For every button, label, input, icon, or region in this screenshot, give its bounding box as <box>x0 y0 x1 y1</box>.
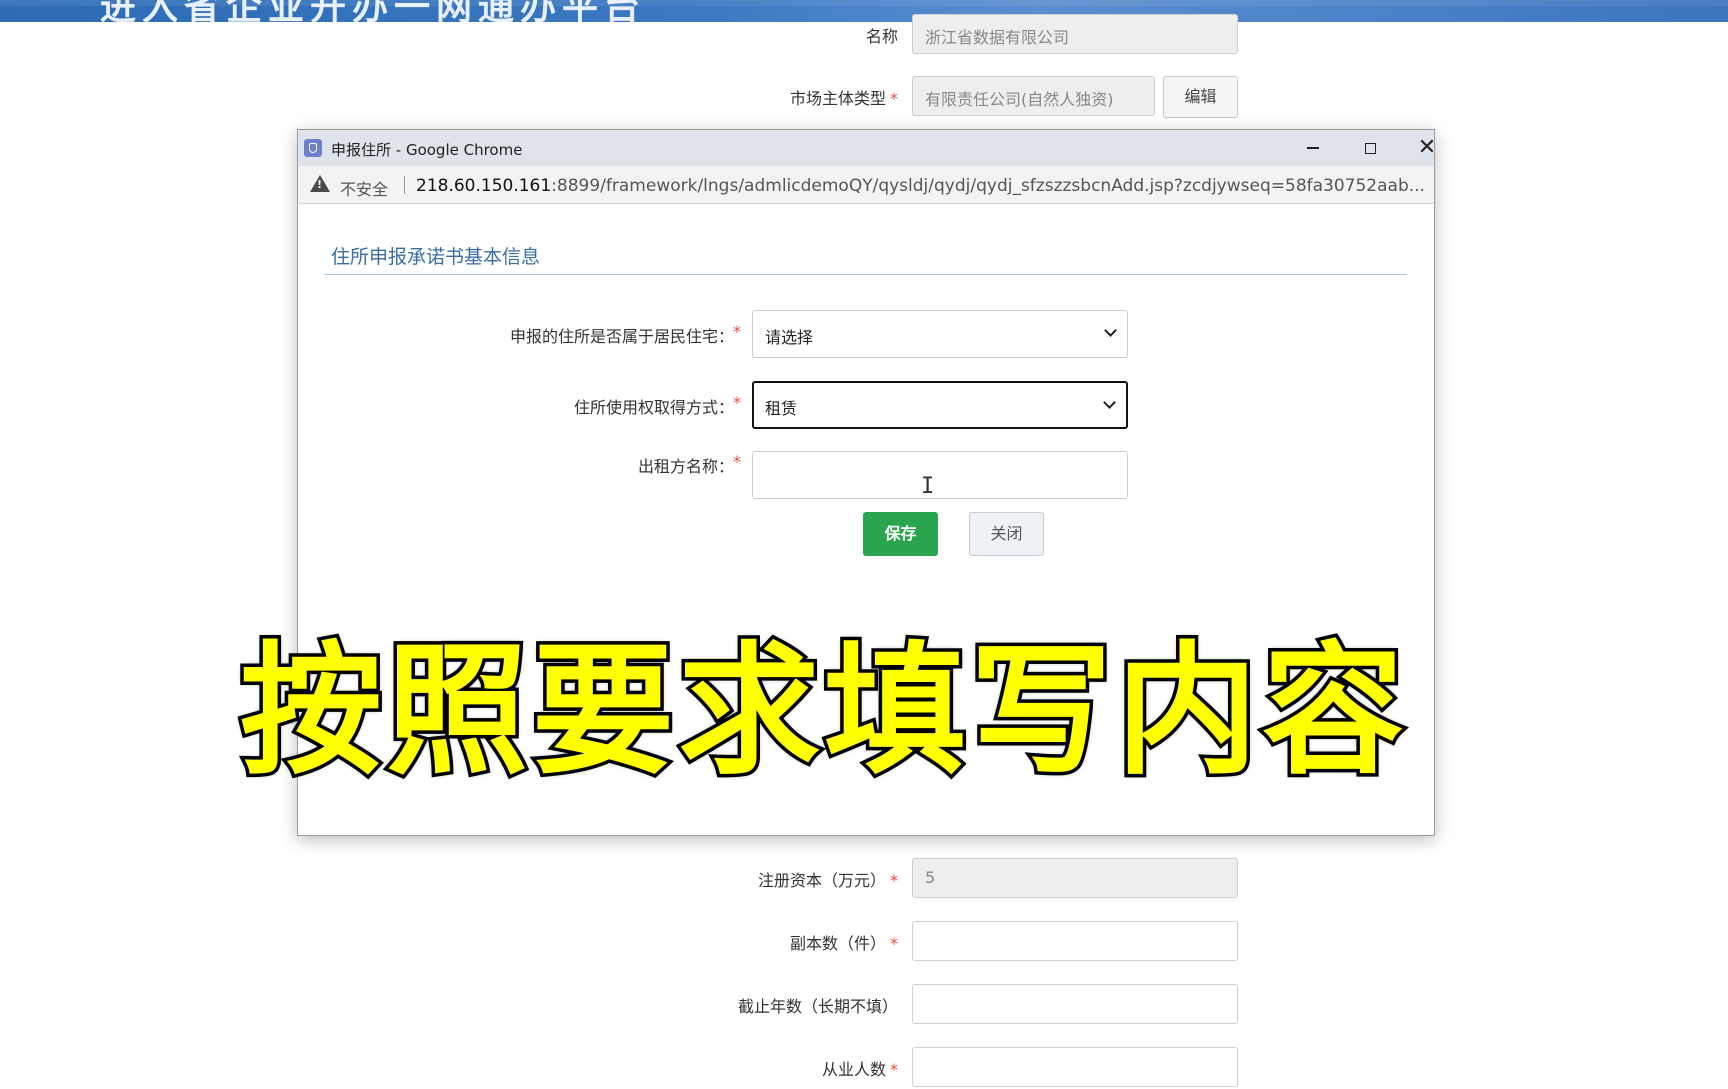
lessor-label: 出租方名称： <box>637 457 734 476</box>
window-titlebar[interactable]: 申报住所 - Google Chrome ✕ <box>298 130 1436 167</box>
required-mark: * <box>733 452 741 471</box>
text-cursor-icon: I <box>921 474 935 499</box>
url-text[interactable]: 218.60.150.161:8899/framework/lngs/admli… <box>416 176 1425 196</box>
url-path: :8899/framework/lngs/admlicdemoQY/qysldj… <box>551 176 1425 196</box>
name-label: 名称 <box>865 27 898 46</box>
market-type-field[interactable]: 有限责任公司(自然人独资) <box>912 76 1155 116</box>
residential-row: 申报的住所是否属于居民住宅： * 请选择 <box>298 310 1434 360</box>
window-title: 申报住所 - Google Chrome <box>331 141 523 159</box>
usage-right-label: 住所使用权取得方式： <box>573 398 734 417</box>
years-field[interactable] <box>912 984 1238 1024</box>
usage-right-select[interactable]: 租赁 <box>752 381 1128 429</box>
market-type-label: 市场主体类型 * <box>789 89 898 108</box>
lessor-name-input[interactable]: I <box>752 451 1128 499</box>
required-mark: * <box>890 871 898 890</box>
copies-row: 副本数（件） * <box>0 921 1728 963</box>
name-field[interactable]: 浙江省数据有限公司 <box>912 14 1238 54</box>
lessor-row: 出租方名称： * I <box>298 451 1434 501</box>
required-mark: * <box>890 89 898 108</box>
overlay-caption: 按照要求填写内容 <box>237 626 1408 798</box>
copies-label: 副本数（件） * <box>789 934 898 953</box>
reg-capital-label: 注册资本（万元） * <box>757 871 898 890</box>
edit-button[interactable]: 编辑 <box>1163 76 1238 118</box>
section-title: 住所申报承诺书基本信息 <box>331 246 541 268</box>
required-mark: * <box>890 1060 898 1079</box>
warning-icon[interactable] <box>310 175 330 192</box>
url-divider <box>404 176 405 194</box>
required-mark: * <box>890 934 898 953</box>
maximize-icon[interactable] <box>1342 130 1398 166</box>
residential-label: 申报的住所是否属于居民住宅： <box>509 327 734 346</box>
insecure-label[interactable]: 不安全 <box>340 176 388 200</box>
market-type-row: 市场主体类型 * 有限责任公司(自然人独资) 编辑 <box>0 76 1728 118</box>
years-label: 截止年数（长期不填） <box>737 997 898 1016</box>
employees-label: 从业人数 * <box>821 1060 898 1079</box>
employees-field[interactable] <box>912 1047 1238 1087</box>
reg-capital-field[interactable]: 5 <box>912 858 1238 898</box>
usage-right-row: 住所使用权取得方式： * 租赁 <box>298 381 1434 431</box>
save-button[interactable]: 保存 <box>863 512 938 556</box>
minimize-icon[interactable] <box>1285 130 1341 166</box>
name-row: 名称 浙江省数据有限公司 <box>0 14 1728 56</box>
chevron-down-icon <box>1104 324 1117 337</box>
shield-icon <box>304 139 322 157</box>
usage-right-select-value: 租赁 <box>765 399 798 418</box>
close-icon[interactable]: ✕ <box>1399 130 1455 166</box>
required-mark: * <box>733 322 741 341</box>
url-host: 218.60.150.161 <box>416 176 552 196</box>
reg-capital-row: 注册资本（万元） * 5 <box>0 858 1728 900</box>
section-divider <box>324 274 1407 275</box>
chevron-down-icon <box>1103 396 1116 409</box>
residential-select-value: 请选择 <box>765 328 814 347</box>
residential-select[interactable]: 请选择 <box>752 310 1128 358</box>
address-bar[interactable]: 不安全 218.60.150.161:8899/framework/lngs/a… <box>298 166 1434 204</box>
years-row: 截止年数（长期不填） <box>0 984 1728 1026</box>
close-button[interactable]: 关闭 <box>969 512 1044 556</box>
required-mark: * <box>733 393 741 412</box>
copies-field[interactable] <box>912 921 1238 961</box>
employees-row: 从业人数 * <box>0 1047 1728 1089</box>
